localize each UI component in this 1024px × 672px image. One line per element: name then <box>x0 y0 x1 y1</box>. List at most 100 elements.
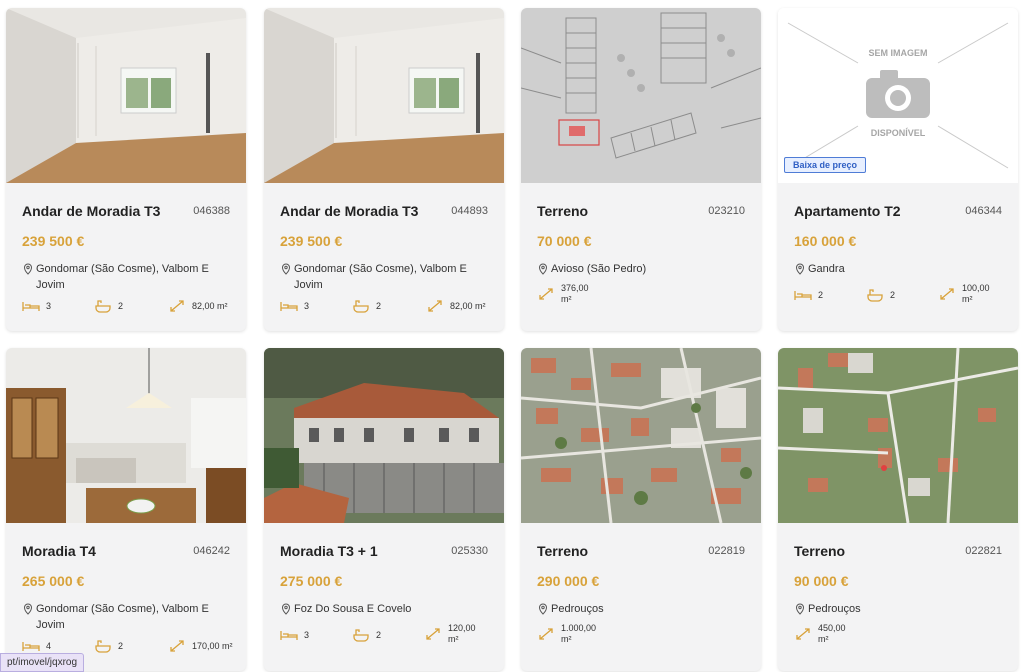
listing-grid: Andar de Moradia T3 046388 239 500 € Gon… <box>0 0 1024 671</box>
area-value: 1.000,00 m² <box>561 623 597 644</box>
link-preview-status: pt/imovel/jqxrog <box>0 653 85 672</box>
listing-card[interactable]: Terreno 022821 90 000 € Pedrouços 450,00… <box>778 348 1018 671</box>
listing-title[interactable]: Andar de Moradia T3 <box>280 203 418 219</box>
area: 82,00 m² <box>168 299 228 313</box>
listing-title[interactable]: Moradia T4 <box>22 543 96 559</box>
listing-title[interactable]: Andar de Moradia T3 <box>22 203 160 219</box>
bath-icon <box>353 300 369 313</box>
listing-price: 239 500 € <box>22 233 85 249</box>
expand-arrows-icon <box>539 288 553 300</box>
listing-location-text: Gondomar (São Cosme), Valbom E Jovim <box>36 603 209 631</box>
bathrooms-count: 2 <box>376 301 382 311</box>
bedrooms: 2 <box>794 288 823 302</box>
listing-reference: 044893 <box>451 205 488 217</box>
listing-card[interactable]: Terreno 023210 70 000 € Avioso (São Pedr… <box>521 8 761 331</box>
bath-icon <box>95 300 111 313</box>
listing-location-text: Avioso (São Pedro) <box>551 263 647 275</box>
listing-price: 265 000 € <box>22 573 85 589</box>
no-image-top-text: SEM IMAGEM <box>868 48 928 58</box>
listing-location-text: Gondomar (São Cosme), Valbom E Jovim <box>294 263 467 291</box>
expand-arrows-icon <box>170 300 184 312</box>
listing-location-text: Foz Do Sousa E Covelo <box>294 603 412 615</box>
bath-icon <box>95 640 111 653</box>
bedrooms-count: 3 <box>46 301 52 311</box>
area: 82,00 m² <box>426 299 486 313</box>
no-image-bottom-text: DISPONÍVEL <box>870 128 926 138</box>
listing-card[interactable]: Andar de Moradia T3 044893 239 500 € Gon… <box>264 8 504 331</box>
area: 450,00 m² <box>794 623 846 645</box>
bed-icon <box>22 642 40 651</box>
bed-icon <box>280 631 298 640</box>
bathrooms-count: 2 <box>376 630 382 640</box>
bedrooms-count: 3 <box>304 630 310 640</box>
location-pin-icon <box>280 603 294 620</box>
listing-photo-placeholder[interactable]: SEM IMAGEM DISPONÍVEL Baixa de preço <box>778 8 1018 183</box>
expand-arrows-icon <box>426 628 440 640</box>
listing-title[interactable]: Terreno <box>537 203 588 219</box>
listing-location: Gondomar (São Cosme), Valbom E Jovim <box>22 601 222 633</box>
listing-location: Foz Do Sousa E Covelo <box>280 601 480 620</box>
expand-arrows-icon <box>428 300 442 312</box>
listing-card[interactable]: Moradia T4 046242 265 000 € Gondomar (Sã… <box>6 348 246 671</box>
bed-icon <box>280 302 298 311</box>
listing-photo-living-room[interactable] <box>6 348 246 523</box>
location-pin-icon <box>794 603 808 620</box>
listing-location: Gandra <box>794 261 994 280</box>
listing-reference: 022819 <box>708 545 745 557</box>
listing-title[interactable]: Moradia T3 + 1 <box>280 543 378 559</box>
listing-photo-room[interactable] <box>6 8 246 183</box>
bathrooms: 2 <box>352 628 381 642</box>
area-value: 170,00 m² <box>192 641 233 651</box>
listing-reference: 046388 <box>193 205 230 217</box>
bedrooms: 4 <box>22 639 51 653</box>
expand-arrows-icon <box>539 628 553 640</box>
bedrooms: 3 <box>22 299 51 313</box>
listing-title[interactable]: Apartamento T2 <box>794 203 901 219</box>
bathrooms: 2 <box>94 299 123 313</box>
listing-price: 70 000 € <box>537 233 592 249</box>
listing-location-text: Pedrouços <box>551 603 604 615</box>
area-value: 450,00 m² <box>818 623 846 644</box>
location-pin-icon <box>537 603 551 620</box>
listing-title[interactable]: Terreno <box>794 543 845 559</box>
listing-photo-aerial[interactable] <box>778 348 1018 523</box>
location-pin-icon <box>22 603 36 633</box>
area: 376,00 m² <box>537 283 589 305</box>
bath-icon <box>353 629 369 642</box>
area-value: 376,00 m² <box>561 283 589 304</box>
listing-card[interactable]: Moradia T3 + 1 025330 275 000 € Foz Do S… <box>264 348 504 671</box>
listing-photo-house[interactable] <box>264 348 504 523</box>
bathrooms: 2 <box>866 288 895 302</box>
listing-card[interactable]: Terreno 022819 290 000 € Pedrouços 1.000… <box>521 348 761 671</box>
location-pin-icon <box>537 263 551 280</box>
expand-arrows-icon <box>940 288 954 300</box>
listing-card[interactable]: Andar de Moradia T3 046388 239 500 € Gon… <box>6 8 246 331</box>
bedrooms-count: 2 <box>818 290 824 300</box>
listing-location: Avioso (São Pedro) <box>537 261 737 280</box>
bed-icon <box>794 291 812 300</box>
listing-photo-aerial[interactable] <box>521 348 761 523</box>
location-pin-icon <box>794 263 808 280</box>
area-value: 100,00 m² <box>962 283 990 304</box>
listing-location-text: Gondomar (São Cosme), Valbom E Jovim <box>36 263 209 291</box>
listing-title[interactable]: Terreno <box>537 543 588 559</box>
listing-photo-room[interactable] <box>264 8 504 183</box>
listing-photo-plan[interactable] <box>521 8 761 183</box>
area-value: 120,00 m² <box>448 623 476 644</box>
listing-reference: 046344 <box>965 205 1002 217</box>
bathrooms-count: 2 <box>118 641 124 651</box>
listing-location: Gondomar (São Cosme), Valbom E Jovim <box>22 261 222 293</box>
listing-reference: 025330 <box>451 545 488 557</box>
listing-price: 290 000 € <box>537 573 600 589</box>
listing-reference: 023210 <box>708 205 745 217</box>
listing-location-text: Pedrouços <box>808 603 861 615</box>
listing-location-text: Gandra <box>808 263 845 275</box>
area: 170,00 m² <box>168 639 233 653</box>
listing-price: 160 000 € <box>794 233 857 249</box>
bedrooms-count: 3 <box>304 301 310 311</box>
bathrooms-count: 2 <box>890 290 896 300</box>
bathrooms-count: 2 <box>118 301 124 311</box>
listing-card[interactable]: SEM IMAGEM DISPONÍVEL Baixa de preço Apa… <box>778 8 1018 331</box>
expand-arrows-icon <box>796 628 810 640</box>
location-pin-icon <box>22 263 36 293</box>
